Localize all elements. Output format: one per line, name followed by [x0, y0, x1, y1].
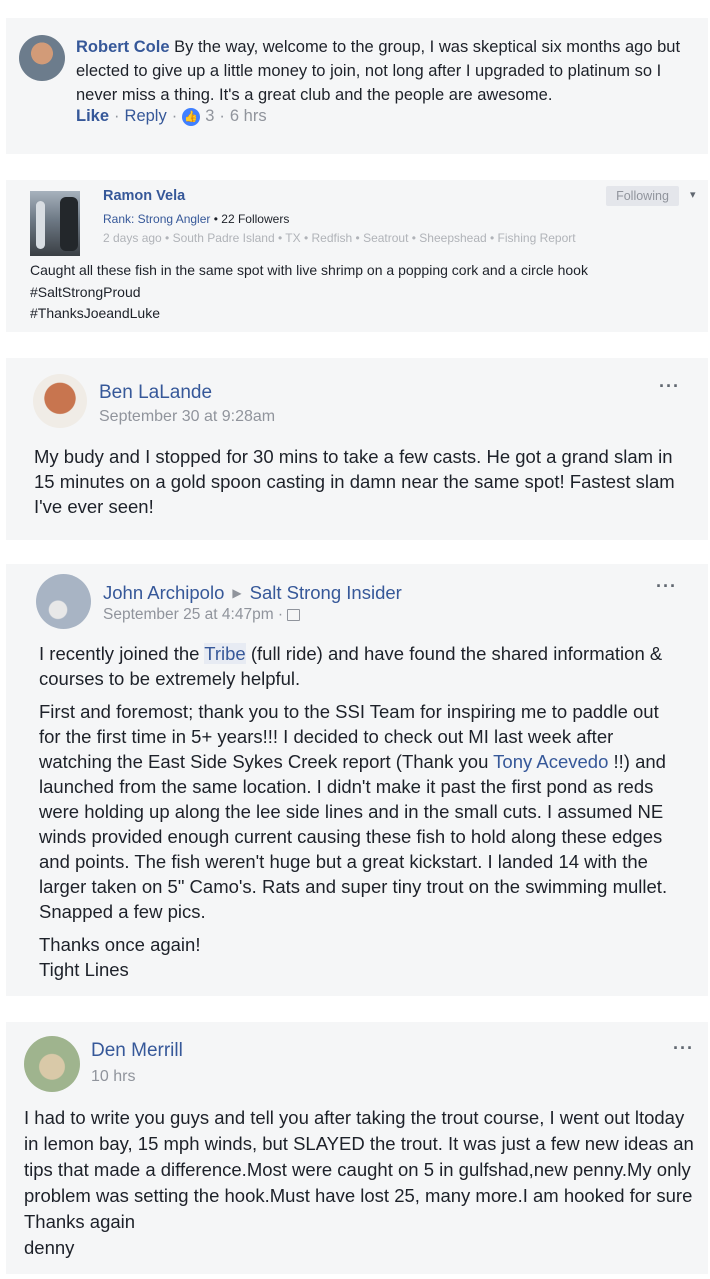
avatar[interactable] [24, 1036, 80, 1092]
arrow-right-icon: ▶ [232, 586, 242, 600]
paragraph: I recently joined the Tribe (full ride) … [39, 641, 679, 691]
more-options-icon[interactable]: ··· [656, 576, 677, 597]
post-body: I had to write you guys and tell you aft… [24, 1105, 699, 1261]
timestamp[interactable]: 6 hrs [230, 107, 267, 126]
like-button[interactable]: Like [76, 107, 109, 126]
separator: · [219, 107, 225, 125]
comment-card: Robert Cole By the way, welcome to the g… [6, 18, 708, 154]
paragraph: Thanks once again! Tight Lines [39, 932, 679, 982]
following-button[interactable]: Following [606, 186, 679, 206]
author-name[interactable]: Ben LaLande [99, 382, 212, 404]
separator: · [171, 107, 178, 125]
reply-button[interactable]: Reply [125, 107, 167, 126]
fish-shape [36, 201, 45, 249]
chevron-down-icon[interactable]: ▾ [690, 188, 696, 201]
rank-line: Rank: Strong Angler • 22 Followers [103, 212, 289, 226]
post-body: I recently joined the Tribe (full ride) … [39, 641, 679, 990]
post-tags: 2 days ago • South Padre Island • TX • R… [103, 231, 576, 245]
post-meta: September 25 at 4:47pm · [103, 606, 301, 624]
comment-actions: Like · Reply · 👍 3 · 6 hrs [76, 107, 267, 126]
avatar[interactable] [36, 574, 91, 629]
report-card: Ramon Vela Rank: Strong Angler • 22 Foll… [6, 180, 708, 332]
text: I recently joined the [39, 643, 205, 664]
text: !!) and launched from the same location.… [39, 751, 668, 922]
avatar[interactable] [19, 35, 65, 81]
post-body: Caught all these fish in the same spot w… [30, 260, 690, 325]
text: Tight Lines [39, 959, 129, 980]
reaction-count[interactable]: 3 [205, 107, 214, 126]
author-name[interactable]: Ramon Vela [103, 188, 185, 204]
more-options-icon[interactable]: ··· [659, 376, 680, 397]
audience-icon[interactable] [287, 609, 301, 621]
rank-label[interactable]: Rank: Strong Angler [103, 212, 210, 226]
profile-photo[interactable] [30, 191, 80, 256]
person-shape [60, 197, 78, 251]
author-name[interactable]: John Archipolo [103, 582, 224, 604]
paragraph: First and foremost; thank you to the SSI… [39, 699, 679, 924]
more-options-icon[interactable]: ··· [673, 1038, 694, 1059]
group-name[interactable]: Salt Strong Insider [250, 582, 402, 604]
comment-text: Robert Cole By the way, welcome to the g… [76, 35, 701, 107]
post-text: I had to write you guys and tell you aft… [24, 1107, 694, 1232]
timestamp[interactable]: 10 hrs [91, 1068, 135, 1086]
signature: denny [24, 1237, 75, 1258]
hashtag[interactable]: #SaltStrongProud [30, 282, 690, 304]
thumbs-up-icon[interactable]: 👍 [182, 107, 201, 126]
post-body: My budy and I stopped for 30 mins to tak… [34, 446, 675, 517]
hashtag[interactable]: #ThanksJoeandLuke [30, 303, 690, 325]
author-name[interactable]: Robert Cole [76, 38, 170, 56]
text: Thanks once again! [39, 934, 201, 955]
post-card: Den Merrill 10 hrs ··· I had to write yo… [6, 1022, 708, 1274]
post-line: Caught all these fish in the same spot w… [30, 262, 588, 278]
post-header: John Archipolo ▶ Salt Strong Insider [103, 582, 402, 604]
followers-count: • 22 Followers [213, 212, 290, 226]
author-name[interactable]: Den Merrill [91, 1040, 183, 1062]
post-card: John Archipolo ▶ Salt Strong Insider Sep… [6, 564, 708, 996]
mention-link[interactable]: Tony Acevedo [493, 751, 608, 772]
avatar[interactable] [33, 374, 87, 428]
separator: · [114, 107, 120, 125]
timestamp[interactable]: September 25 at 4:47pm · [103, 606, 283, 624]
post-card: Ben LaLande September 30 at 9:28am ··· M… [6, 358, 708, 540]
timestamp[interactable]: September 30 at 9:28am [99, 408, 275, 426]
tribe-link[interactable]: Tribe [204, 643, 246, 664]
